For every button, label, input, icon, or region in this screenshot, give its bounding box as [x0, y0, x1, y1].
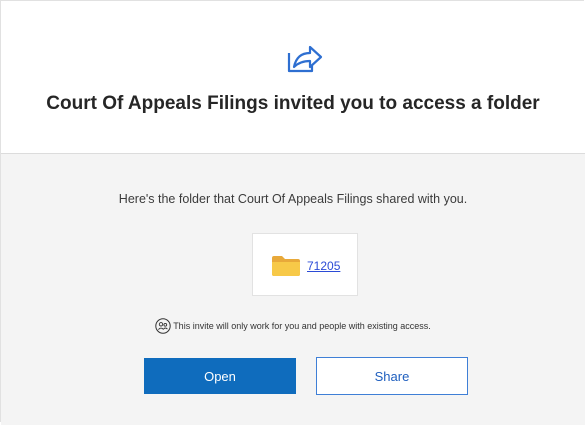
share-description: Here's the folder that Court Of Appeals …	[118, 192, 468, 206]
folder-icon	[272, 256, 300, 276]
folder-link[interactable]: 71205	[307, 259, 340, 273]
page-title: Court Of Appeals Filings invited you to …	[46, 93, 540, 114]
folder-card[interactable]: 71205	[252, 233, 358, 296]
content-area: Here's the folder that Court Of Appeals …	[1, 154, 585, 425]
share-arrow-icon	[286, 41, 324, 75]
share-button[interactable]: Share	[316, 357, 468, 395]
access-note-text: This invite will only work for you and p…	[173, 321, 431, 331]
email-frame: Court Of Appeals Filings invited you to …	[0, 0, 585, 425]
open-button[interactable]: Open	[144, 358, 296, 394]
people-icon	[155, 318, 171, 334]
access-note: This invite will only work for you and p…	[1, 318, 585, 334]
header: Court Of Appeals Filings invited you to …	[1, 1, 585, 154]
